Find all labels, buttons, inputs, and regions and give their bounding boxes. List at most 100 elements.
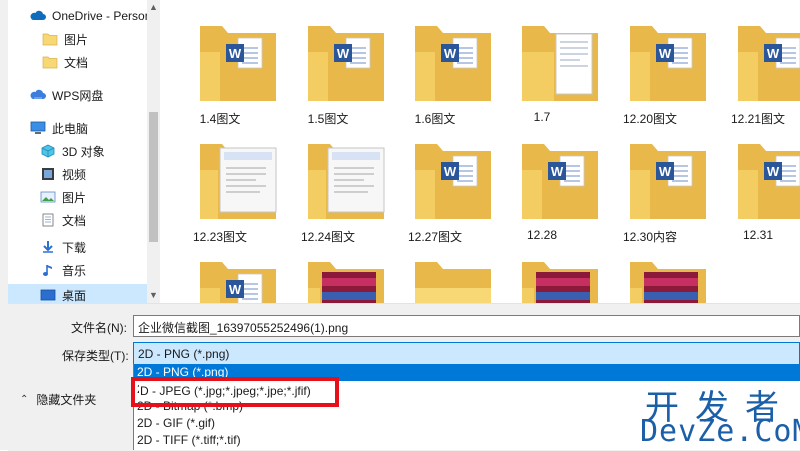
file-item[interactable]: W 12.28: [492, 130, 598, 242]
file-label: 12.31: [742, 228, 774, 242]
nav-scrollbar-thumb[interactable]: [149, 112, 158, 242]
file-item[interactable]: W 12.21图文: [708, 12, 800, 126]
file-item[interactable]: 1.7: [492, 12, 598, 124]
svg-text:W: W: [229, 46, 242, 61]
nav-item-documents[interactable]: 文档: [40, 209, 160, 231]
word-folder-icon: W: [630, 26, 706, 101]
file-item[interactable]: [492, 248, 598, 303]
file-item[interactable]: W 12.27图文: [385, 130, 491, 244]
nav-label: 此电脑: [52, 121, 89, 136]
file-item[interactable]: [385, 248, 491, 303]
word-folder-icon: W: [522, 144, 598, 219]
archive-folder-icon: [630, 262, 706, 303]
navigation-pane: OneDrive - Personal 图片 文档 WPS网盘 此电脑 3D 对…: [8, 0, 160, 303]
folder-icon: [415, 262, 491, 303]
word-folder-icon: W: [630, 144, 706, 219]
nav-item-music[interactable]: 音乐: [40, 259, 160, 281]
nav-item-pictures-onedrive[interactable]: 图片: [42, 28, 160, 50]
svg-text:W: W: [767, 164, 780, 179]
archive-folder-icon: [522, 262, 598, 303]
nav-item-downloads[interactable]: 下载: [40, 236, 160, 258]
folder-icon: [308, 144, 385, 219]
save-type-select[interactable]: 2D - PNG (*.png): [133, 342, 800, 365]
file-label: 12.30内容: [622, 230, 678, 244]
file-label: 1.7: [533, 110, 551, 124]
save-type-label: 保存类型(T):: [62, 349, 129, 363]
scroll-down-arrow-icon[interactable]: ▼: [148, 290, 159, 301]
nav-label: 文档: [62, 213, 87, 228]
nav-label: 图片: [64, 32, 89, 47]
svg-text:W: W: [659, 164, 672, 179]
video-icon: [42, 168, 54, 180]
file-label: 12.28: [526, 228, 558, 242]
svg-text:W: W: [659, 46, 672, 61]
file-item[interactable]: [600, 248, 706, 303]
watermark-en: DevZe.CoM: [640, 414, 800, 449]
nav-label: 图片: [62, 190, 87, 205]
word-folder-icon: W: [200, 26, 276, 101]
folder-icon: [522, 26, 598, 101]
download-arrow-icon: [43, 241, 53, 253]
file-item[interactable]: W 1.6图文: [385, 12, 491, 126]
hide-folders-label: 隐藏文件夹: [36, 393, 97, 407]
file-grid: W 1.4图文 W 1.5图文 W 1.6图文 1.7 W 12.20图文 W 12.21图文 12.…: [160, 0, 800, 303]
nav-item-this-pc[interactable]: 此电脑: [30, 117, 160, 139]
file-item[interactable]: W: [170, 248, 276, 303]
nav-item-3d-objects[interactable]: 3D 对象: [40, 140, 160, 162]
file-item[interactable]: W 1.4图文: [170, 12, 276, 126]
nav-item-desktop[interactable]: 桌面: [8, 284, 147, 303]
nav-item-videos[interactable]: 视频: [40, 163, 160, 185]
documents-icon: [42, 213, 54, 227]
pictures-icon: [40, 191, 56, 203]
svg-text:W: W: [337, 46, 350, 61]
filename-input[interactable]: 企业微信截图_16397055252496(1).png: [133, 315, 800, 337]
nav-item-pictures[interactable]: 图片: [40, 186, 160, 208]
scroll-up-arrow-icon[interactable]: ▲: [148, 2, 159, 13]
nav-item-wps-cloud[interactable]: WPS网盘: [30, 84, 160, 106]
nav-label: OneDrive - Personal: [52, 9, 160, 23]
nav-label: 下载: [62, 240, 87, 255]
nav-label: WPS网盘: [52, 88, 104, 103]
music-note-icon: [43, 265, 52, 276]
nav-label: 视频: [62, 167, 87, 182]
word-folder-icon: W: [738, 144, 800, 219]
onedrive-cloud-icon: [30, 10, 46, 20]
folder-icon: [42, 33, 58, 46]
svg-text:W: W: [229, 282, 242, 297]
file-item[interactable]: W 12.31: [708, 130, 800, 242]
nav-label: 桌面: [62, 288, 87, 303]
folder-icon: [200, 144, 277, 219]
computer-icon: [30, 121, 46, 134]
word-folder-icon: W: [738, 26, 800, 101]
nav-label: 3D 对象: [62, 144, 105, 159]
file-label: 12.21图文: [730, 112, 786, 126]
nav-item-documents-onedrive[interactable]: 文档: [42, 51, 160, 73]
chevron-up-icon: ⌃: [20, 394, 29, 405]
archive-folder-icon: [308, 262, 384, 303]
filename-label: 文件名(N):: [71, 321, 127, 335]
file-label: 12.27图文: [407, 230, 463, 244]
nav-label: 文档: [64, 55, 89, 70]
file-item[interactable]: W 1.5图文: [278, 12, 384, 126]
file-label: 1.6图文: [414, 112, 456, 126]
file-item[interactable]: [278, 248, 384, 303]
file-label: 12.23图文: [192, 230, 248, 244]
folder-icon: [42, 56, 58, 69]
word-folder-icon: W: [200, 262, 276, 303]
file-label: 12.20图文: [622, 112, 678, 126]
file-label: 1.4图文: [199, 112, 241, 126]
file-item[interactable]: 12.24图文: [278, 130, 385, 244]
svg-text:W: W: [767, 46, 780, 61]
svg-text:W: W: [444, 46, 457, 61]
svg-text:W: W: [444, 164, 457, 179]
svg-text:W: W: [551, 164, 564, 179]
3d-objects-icon: [41, 144, 55, 158]
file-item[interactable]: 12.23图文: [170, 130, 277, 244]
nav-item-onedrive[interactable]: OneDrive - Personal: [30, 5, 160, 27]
file-item[interactable]: W 12.20图文: [600, 12, 706, 126]
hide-folders-button[interactable]: ⌃ 隐藏文件夹: [20, 391, 96, 408]
desktop-icon: [40, 289, 56, 301]
file-item[interactable]: W 12.30内容: [600, 130, 706, 244]
file-label: 1.5图文: [307, 112, 349, 126]
nav-label: 音乐: [62, 263, 87, 278]
